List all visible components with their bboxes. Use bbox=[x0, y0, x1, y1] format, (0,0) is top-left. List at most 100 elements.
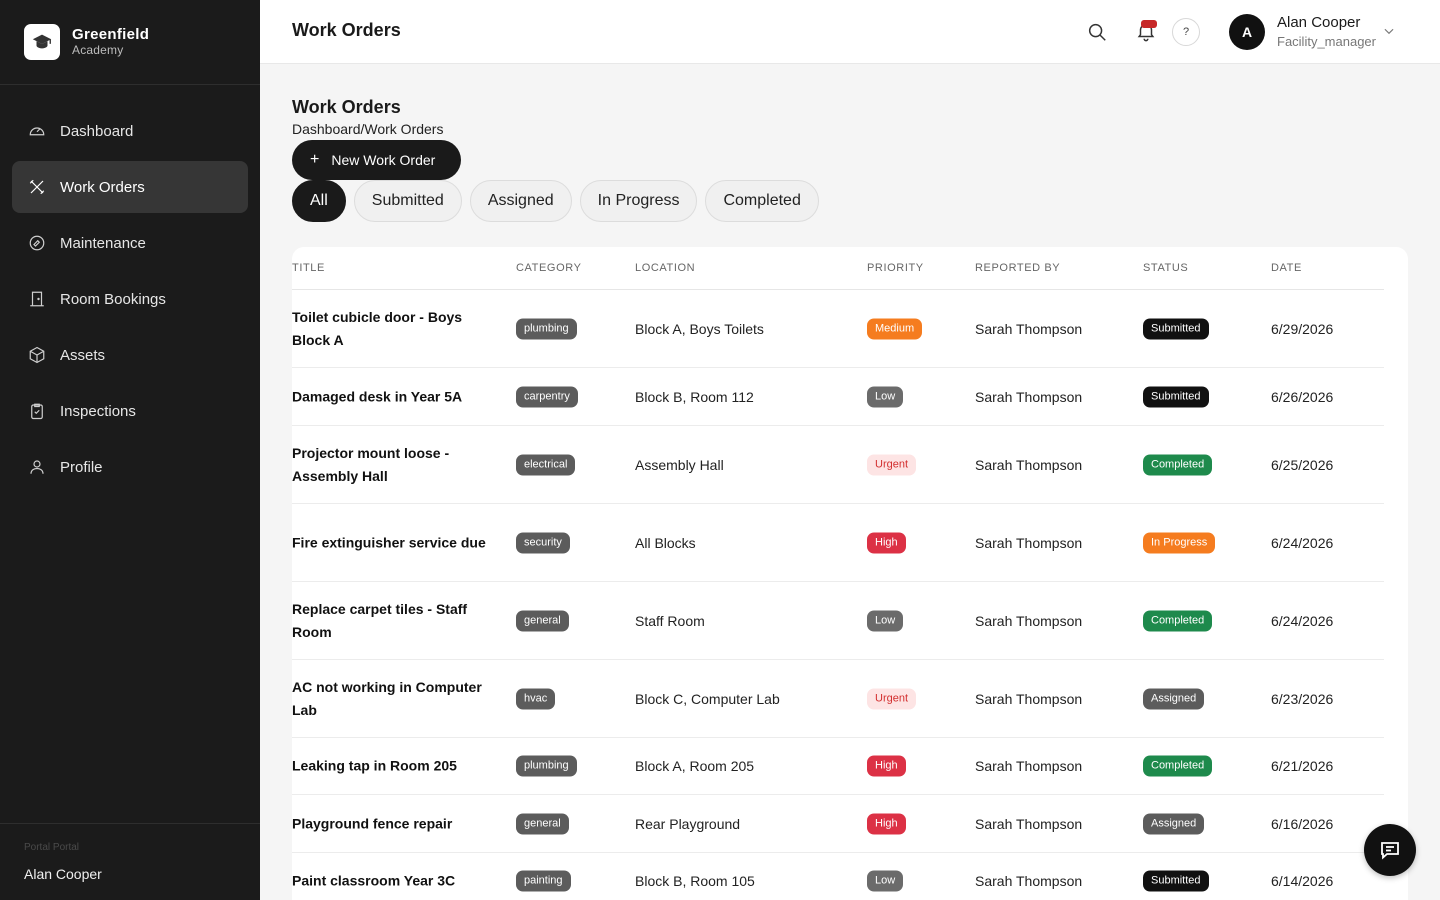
top-header: Work Orders ? A Alan Cooper Facility_man… bbox=[260, 0, 1440, 64]
table-row[interactable]: Replace carpet tiles - Staff Room general… bbox=[292, 582, 1384, 660]
cell-location: Block A, Boys Toilets bbox=[635, 320, 764, 337]
column-header-location[interactable]: Location bbox=[635, 262, 695, 274]
cell-category: carpentry bbox=[516, 386, 578, 407]
cell-location: Assembly Hall bbox=[635, 456, 724, 473]
sidebar-item-label: Inspections bbox=[60, 402, 136, 420]
cell-category: painting bbox=[516, 870, 571, 892]
sidebar-item-work-orders[interactable]: Work Orders bbox=[12, 161, 248, 213]
cell-date: 6/21/2026 bbox=[1271, 758, 1334, 774]
column-header-status[interactable]: Status bbox=[1143, 262, 1188, 274]
priority-badge: Low bbox=[867, 610, 904, 631]
cell-priority: Low bbox=[867, 610, 904, 631]
user-role: Facility_manager bbox=[1277, 34, 1376, 49]
cell-title: AC not working in Computer Lab bbox=[292, 678, 482, 718]
cell-reported-by: Sarah Thompson bbox=[975, 873, 1083, 889]
gauge-icon bbox=[28, 122, 46, 140]
user-name[interactable]: Alan Cooper bbox=[1277, 14, 1360, 31]
avatar[interactable]: A bbox=[1229, 14, 1265, 50]
cell-status: Assigned bbox=[1143, 688, 1205, 709]
cell-status: Submitted bbox=[1143, 386, 1209, 407]
sidebar-item-room-bookings[interactable]: Room Bookings bbox=[12, 273, 248, 325]
cell-reported-by: Sarah Thompson bbox=[975, 320, 1083, 337]
sidebar-nav: Dashboard Work Orders Maintenance Room B… bbox=[0, 85, 260, 493]
sidebar-item-assets[interactable]: Assets bbox=[12, 329, 248, 381]
cell-status: Completed bbox=[1143, 755, 1213, 777]
priority-badge: High bbox=[867, 813, 906, 834]
sidebar-item-dashboard[interactable]: Dashboard bbox=[12, 105, 248, 157]
status-badge: Completed bbox=[1143, 610, 1213, 631]
filter-completed[interactable]: Completed bbox=[705, 180, 819, 222]
priority-badge: High bbox=[867, 532, 906, 553]
table-row[interactable]: Leaking tap in Room 205 plumbing Block A, … bbox=[292, 738, 1384, 795]
user-icon bbox=[28, 458, 46, 476]
box-icon bbox=[28, 346, 46, 364]
main-content: Work Orders Dashboard/Work Orders + New … bbox=[260, 64, 1440, 900]
chat-button[interactable] bbox=[1364, 824, 1416, 876]
graduation-cap-icon bbox=[24, 24, 60, 60]
breadcrumb[interactable]: Dashboard/Work Orders bbox=[292, 121, 443, 137]
cell-reported-by: Sarah Thompson bbox=[975, 690, 1083, 707]
cell-title: Paint classroom Year 3C bbox=[292, 872, 456, 889]
cell-category: plumbing bbox=[516, 755, 577, 777]
column-header-category[interactable]: Category bbox=[516, 262, 582, 274]
chevron-down-icon[interactable] bbox=[1382, 24, 1396, 38]
portal-label: Portal Portal bbox=[24, 842, 80, 853]
help-button[interactable]: ? bbox=[1172, 18, 1200, 46]
table-row[interactable]: Damaged desk in Year 5A carpentry Block B,… bbox=[292, 368, 1384, 426]
filter-in-progress[interactable]: In Progress bbox=[579, 180, 698, 222]
table-row[interactable]: Fire extinguisher service due security All… bbox=[292, 504, 1384, 582]
column-header-reported-by[interactable]: Reported By bbox=[975, 262, 1060, 274]
sidebar-item-maintenance[interactable]: Maintenance bbox=[12, 217, 248, 269]
cell-category: plumbing bbox=[516, 318, 577, 339]
cell-date: 6/26/2026 bbox=[1271, 388, 1334, 405]
sidebar-item-label: Room Bookings bbox=[60, 290, 166, 308]
page-title: Work Orders bbox=[292, 97, 401, 117]
cell-location: Block B, Room 112 bbox=[635, 388, 754, 405]
cell-location: Block C, Computer Lab bbox=[635, 690, 780, 707]
cell-title: Leaking tap in Room 205 bbox=[292, 757, 457, 774]
new-work-order-button[interactable]: + New Work Order bbox=[292, 140, 461, 180]
search-icon[interactable] bbox=[1086, 21, 1108, 43]
table-row[interactable]: Playground fence repair general Rear Playg… bbox=[292, 795, 1384, 853]
cell-reported-by: Sarah Thompson bbox=[975, 612, 1083, 629]
cell-status: Assigned bbox=[1143, 813, 1205, 834]
cell-priority: Urgent bbox=[867, 454, 917, 475]
table-row[interactable]: AC not working in Computer Lab hvac Block … bbox=[292, 660, 1384, 738]
priority-badge: Medium bbox=[867, 318, 923, 339]
sidebar-item-inspections[interactable]: Inspections bbox=[12, 385, 248, 437]
cell-title: Playground fence repair bbox=[292, 815, 453, 831]
table-row[interactable]: Toilet cubicle door - Boys Block A plumbi… bbox=[292, 290, 1384, 368]
header-title: Work Orders bbox=[292, 20, 401, 40]
cell-title: Fire extinguisher service due bbox=[292, 534, 486, 550]
cell-status: Completed bbox=[1143, 610, 1213, 631]
status-badge: Assigned bbox=[1143, 688, 1205, 709]
cell-status: Submitted bbox=[1143, 318, 1209, 339]
cell-location: Block B, Room 105 bbox=[635, 873, 755, 889]
category-badge: general bbox=[516, 813, 569, 834]
table-row[interactable]: Paint classroom Year 3C painting Block B, … bbox=[292, 853, 1384, 900]
table-row[interactable]: Projector mount loose - Assembly Hall ele… bbox=[292, 426, 1384, 504]
priority-badge: Low bbox=[867, 870, 904, 892]
cell-date: 6/24/2026 bbox=[1271, 612, 1334, 629]
cell-reported-by: Sarah Thompson bbox=[975, 388, 1083, 405]
sidebar-item-profile[interactable]: Profile bbox=[12, 441, 248, 493]
filter-all[interactable]: All bbox=[292, 180, 346, 222]
cell-category: general bbox=[516, 610, 569, 631]
category-badge: plumbing bbox=[516, 755, 577, 777]
status-badge: In Progress bbox=[1143, 532, 1216, 553]
cell-title: Toilet cubicle door - Boys Block A bbox=[292, 308, 463, 348]
filter-submitted[interactable]: Submitted bbox=[353, 180, 462, 222]
cell-date: 6/29/2026 bbox=[1271, 320, 1334, 337]
column-header-priority[interactable]: Priority bbox=[867, 262, 924, 274]
sidebar-footer: Portal Portal Alan Cooper bbox=[0, 823, 260, 900]
sidebar-user-name: Alan Cooper bbox=[24, 866, 102, 882]
column-header-date[interactable]: Date bbox=[1271, 262, 1302, 274]
category-badge: electrical bbox=[516, 454, 576, 475]
cell-title: Damaged desk in Year 5A bbox=[292, 388, 463, 404]
column-header-title[interactable]: Title bbox=[292, 262, 325, 274]
cell-date: 6/24/2026 bbox=[1271, 534, 1334, 551]
brand[interactable]: Greenfield Academy bbox=[0, 0, 260, 85]
brand-name: Greenfield bbox=[72, 26, 150, 44]
filter-assigned[interactable]: Assigned bbox=[469, 180, 572, 222]
cell-date: 6/14/2026 bbox=[1271, 873, 1334, 889]
